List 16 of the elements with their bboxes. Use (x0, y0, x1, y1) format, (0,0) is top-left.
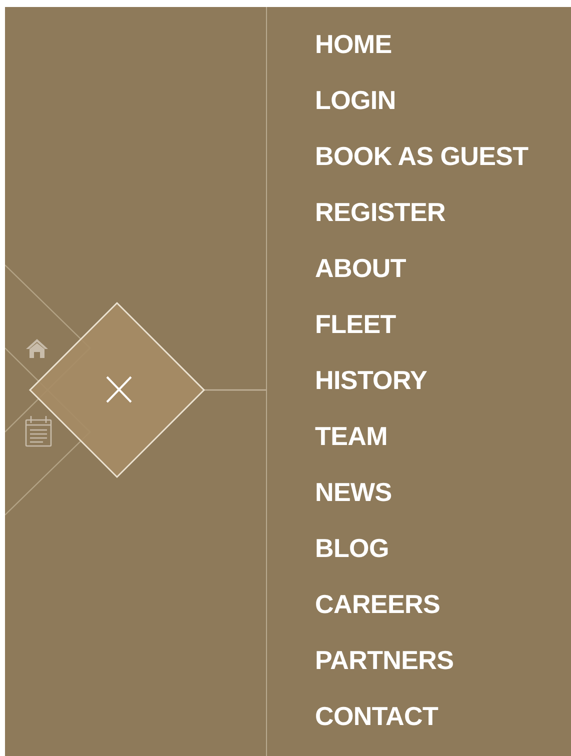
menu-link[interactable]: FLEET (315, 309, 396, 339)
calendar-icon[interactable] (25, 416, 52, 447)
menu-link[interactable]: BOOK AS GUEST (315, 141, 528, 171)
menu-link[interactable]: CONTACT (315, 701, 438, 731)
menu-link[interactable]: PARTNERS (315, 645, 454, 675)
close-button[interactable] (28, 302, 206, 478)
menu-link[interactable]: CAREERS (315, 589, 440, 619)
home-icon[interactable] (26, 339, 48, 358)
menu-link[interactable]: BLOG (315, 533, 389, 563)
menu-link[interactable]: REGISTER (315, 197, 446, 227)
menu-link[interactable]: ABOUT (315, 253, 406, 283)
menu-link[interactable]: HOME (315, 29, 392, 59)
menu-link[interactable]: NEWS (315, 477, 392, 507)
menu-link[interactable]: LOGIN (315, 85, 396, 115)
menu-link[interactable]: TEAM (315, 421, 388, 451)
menu-link[interactable]: HISTORY (315, 365, 428, 395)
